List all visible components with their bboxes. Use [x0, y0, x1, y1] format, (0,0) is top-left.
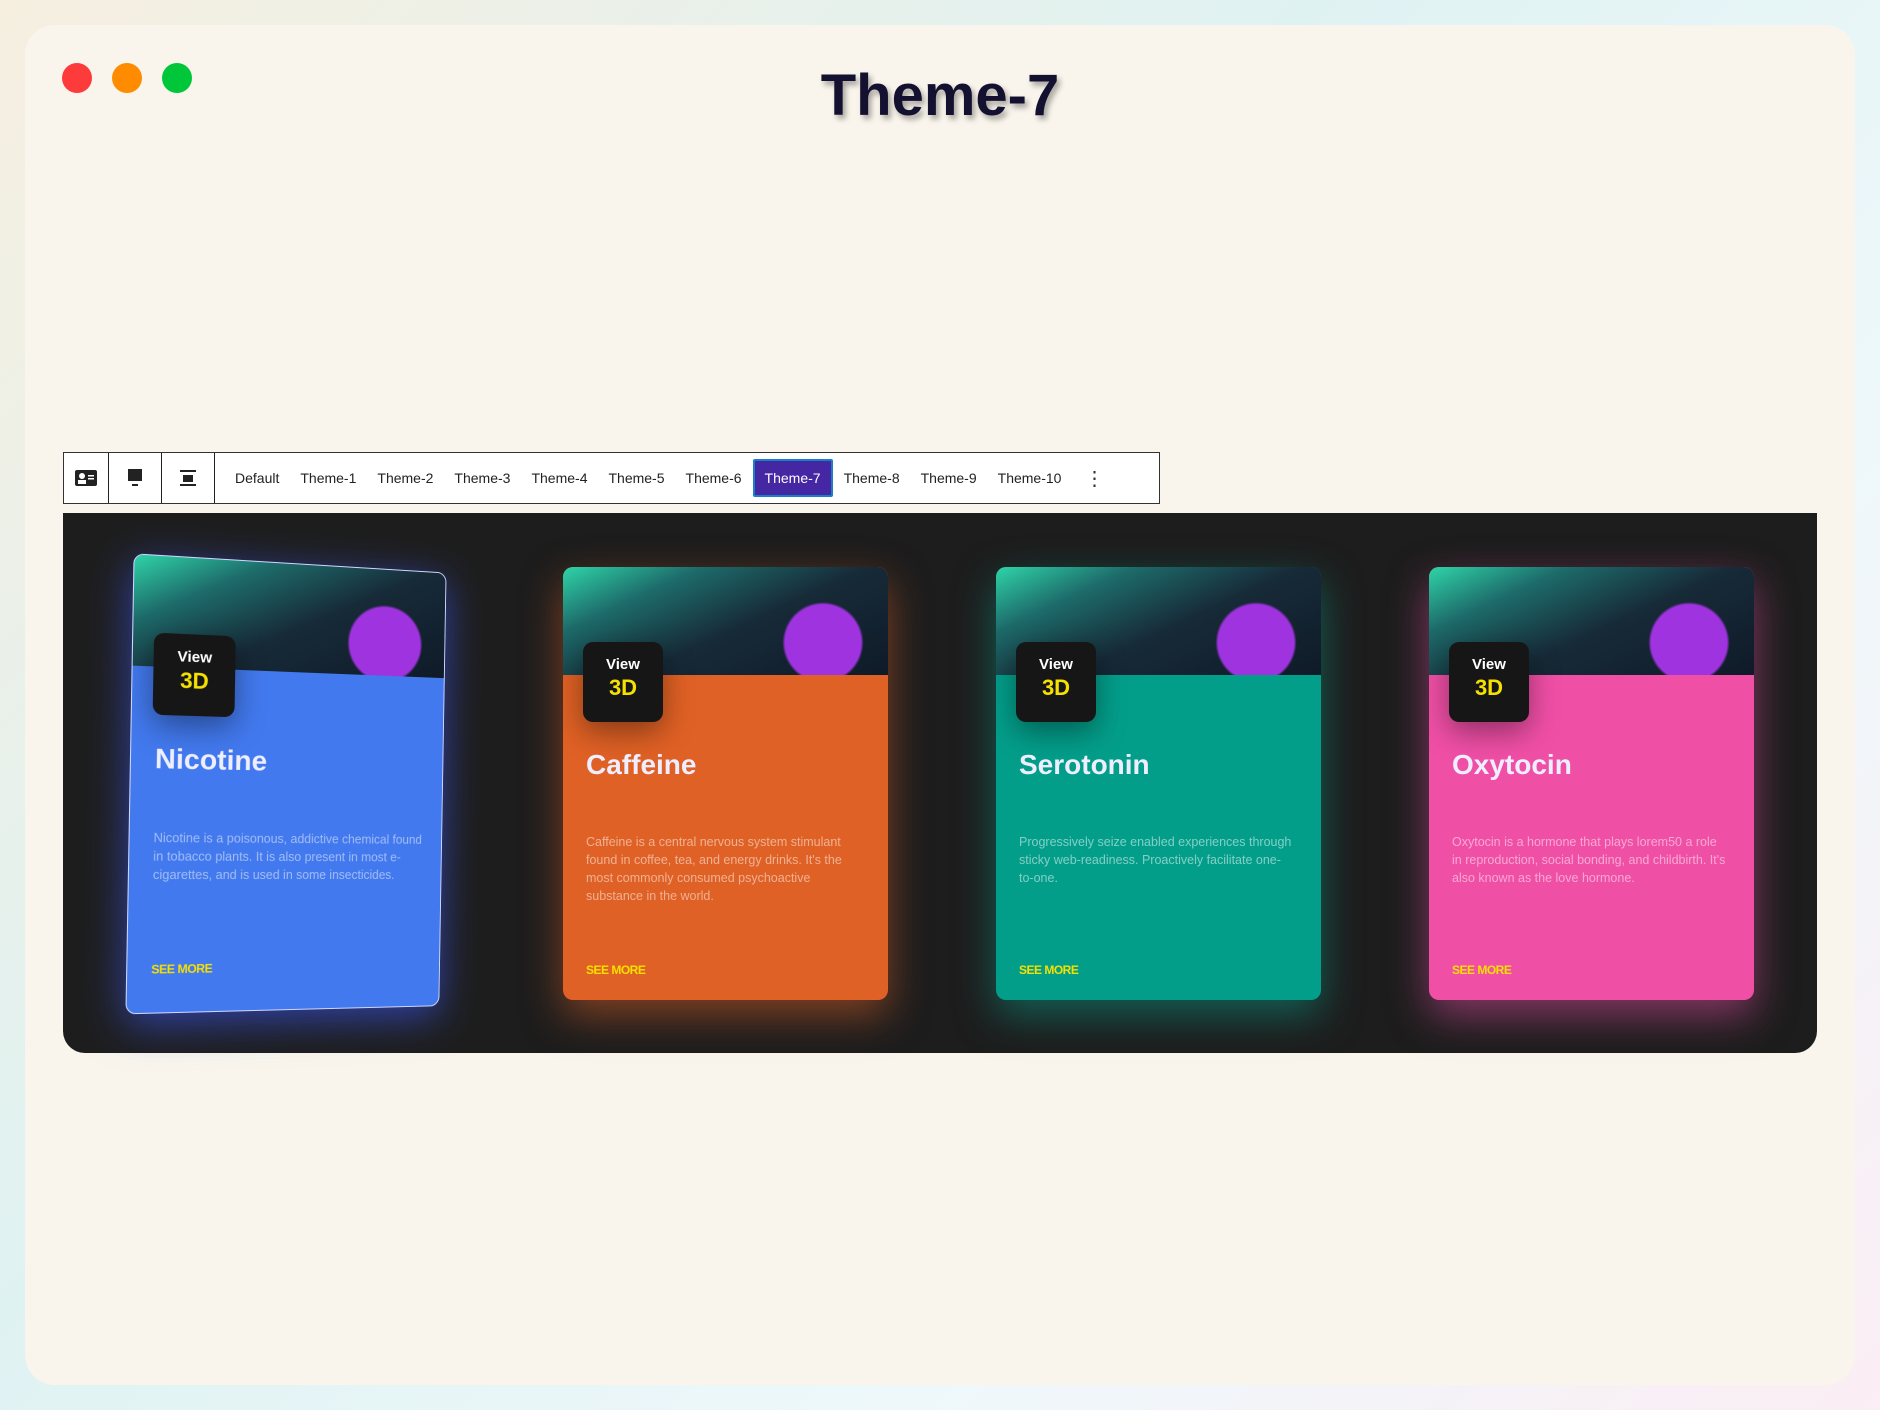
desktop-icon[interactable]: [109, 453, 162, 503]
tab-theme-2[interactable]: Theme-2: [367, 461, 443, 495]
view-3d-button[interactable]: View 3D: [583, 642, 663, 722]
card-caffeine[interactable]: View 3D Caffeine Caffeine is a central ne…: [563, 567, 888, 1000]
badge-3d-label: 3D: [179, 667, 210, 695]
view-3d-button[interactable]: View 3D: [1016, 642, 1096, 722]
tab-theme-9[interactable]: Theme-9: [911, 461, 987, 495]
card-oxytocin[interactable]: View 3D Oxytocin Oxytocin is a hormone th…: [1429, 567, 1754, 1000]
theme-tabs: Default Theme-1 Theme-2 Theme-3 Theme-4 Theme…: [215, 453, 1072, 503]
badge-3d-label: 3D: [1041, 675, 1071, 700]
tab-theme-7[interactable]: Theme-7: [752, 459, 833, 497]
see-more-link[interactable]: SEE MORE: [151, 961, 212, 976]
badge-view-label: View: [1039, 656, 1073, 673]
badge-3d-label: 3D: [608, 675, 638, 700]
tab-theme-1[interactable]: Theme-1: [290, 461, 366, 495]
badge-view-label: View: [177, 648, 213, 667]
card-nicotine[interactable]: View 3D Nicotine Nicotine is a poisonous,…: [125, 553, 447, 1015]
id-card-icon[interactable]: [64, 453, 109, 503]
tab-theme-10[interactable]: Theme-10: [988, 461, 1072, 495]
badge-view-label: View: [1472, 656, 1506, 673]
window-title: Theme-7: [820, 63, 1060, 128]
tab-theme-5[interactable]: Theme-5: [598, 461, 674, 495]
badge-view-label: View: [606, 656, 640, 673]
card-description: Caffeine is a central nervous system sti…: [586, 835, 842, 903]
view-3d-button[interactable]: View 3D: [152, 632, 236, 718]
more-options-icon[interactable]: ⋮: [1072, 466, 1116, 491]
view-3d-button[interactable]: View 3D: [1449, 642, 1529, 722]
card-description: Oxytocin is a hormone that plays lorem50…: [1452, 835, 1726, 885]
theme-toolbar: Default Theme-1 Theme-2 Theme-3 Theme-4 Theme…: [63, 452, 1160, 504]
see-more-link[interactable]: SEE MORE: [1019, 963, 1079, 977]
tab-theme-8[interactable]: Theme-8: [834, 461, 910, 495]
card-description: Progressively seize enabled experiences …: [1019, 835, 1292, 885]
tab-theme-6[interactable]: Theme-6: [676, 461, 752, 495]
see-more-link[interactable]: SEE MORE: [586, 963, 646, 977]
card-title: Serotonin: [1019, 749, 1150, 780]
tab-default[interactable]: Default: [225, 461, 289, 495]
card-serotonin[interactable]: View 3D Serotonin Progressively seize ena…: [996, 567, 1321, 1000]
align-center-icon[interactable]: [162, 453, 215, 503]
see-more-link[interactable]: SEE MORE: [1452, 963, 1512, 977]
tab-theme-4[interactable]: Theme-4: [521, 461, 597, 495]
tab-theme-3[interactable]: Theme-3: [444, 461, 520, 495]
card-title: Oxytocin: [1452, 749, 1572, 780]
badge-3d-label: 3D: [1474, 675, 1504, 700]
card-title: Nicotine: [154, 742, 268, 777]
card-title: Caffeine: [586, 749, 697, 780]
card-description: Nicotine is a poisonous, addictive chemi…: [152, 830, 423, 883]
